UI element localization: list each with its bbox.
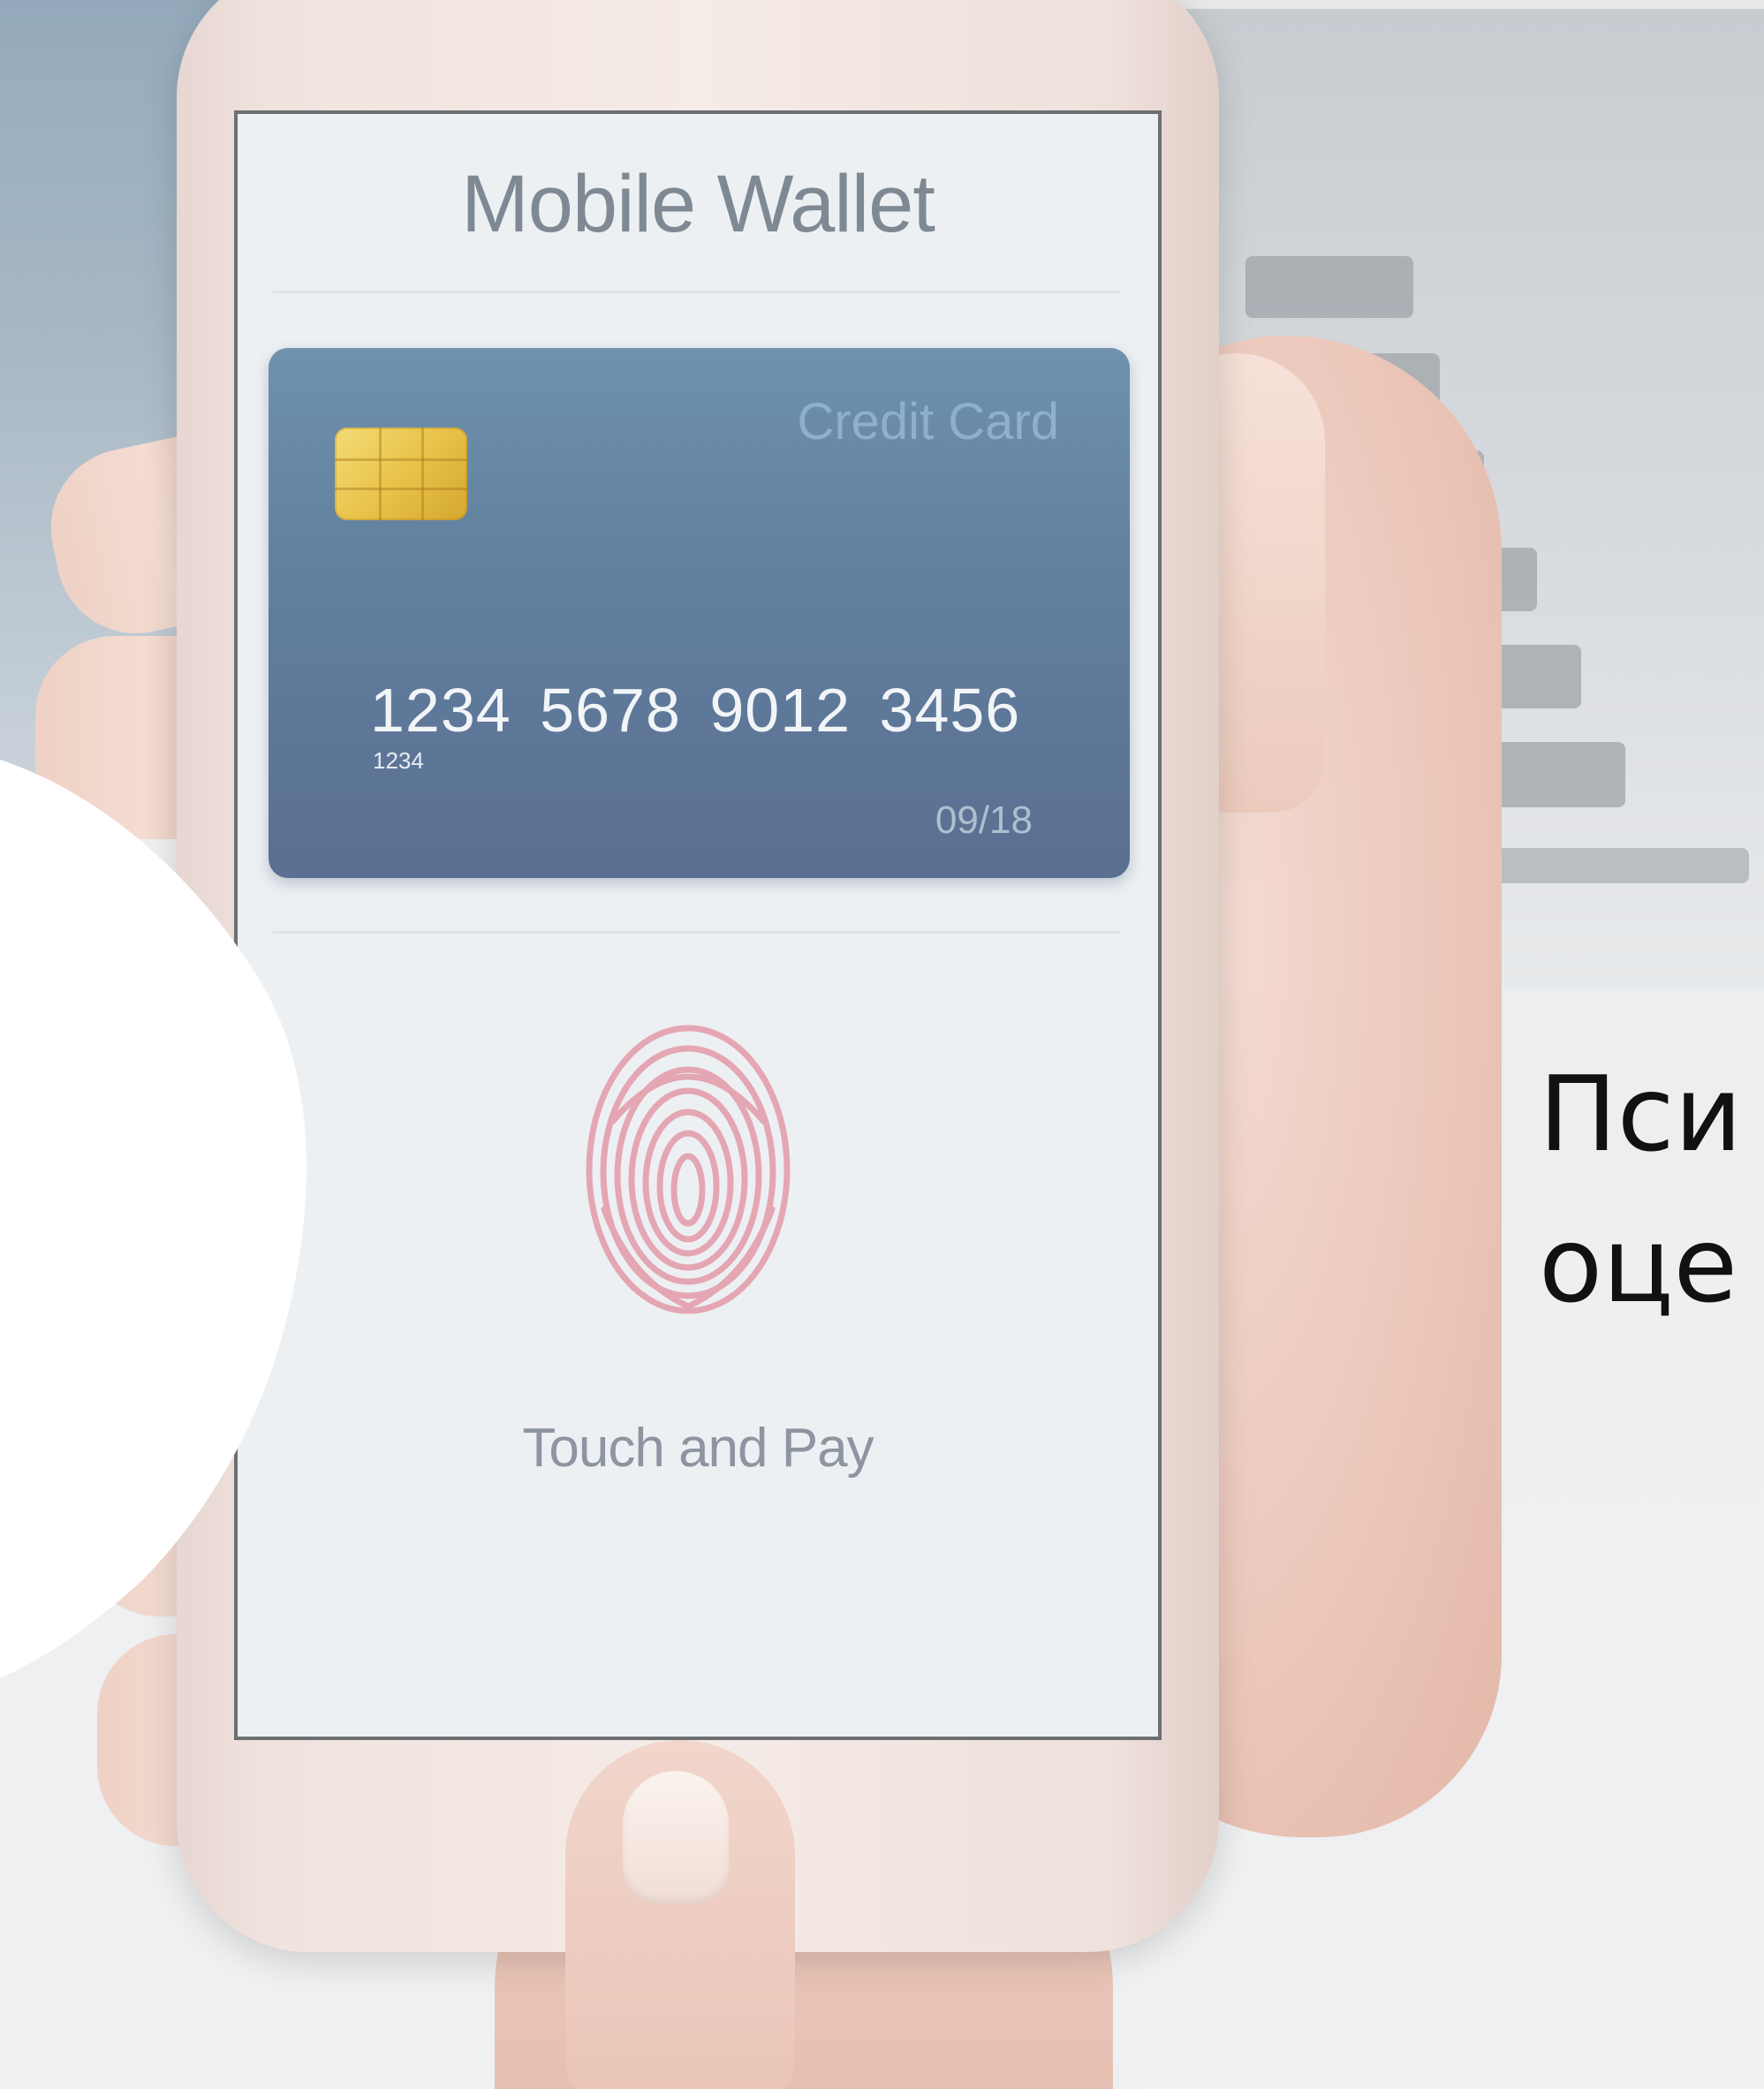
photo-scene: Mobile Wallet Credit Card 1234 5678 9012… [0, 0, 1764, 2089]
caption-line-1: Пси [1539, 1062, 1743, 1166]
white-blob-shape [0, 760, 307, 1678]
caption-line-2: оце [1539, 1213, 1738, 1317]
